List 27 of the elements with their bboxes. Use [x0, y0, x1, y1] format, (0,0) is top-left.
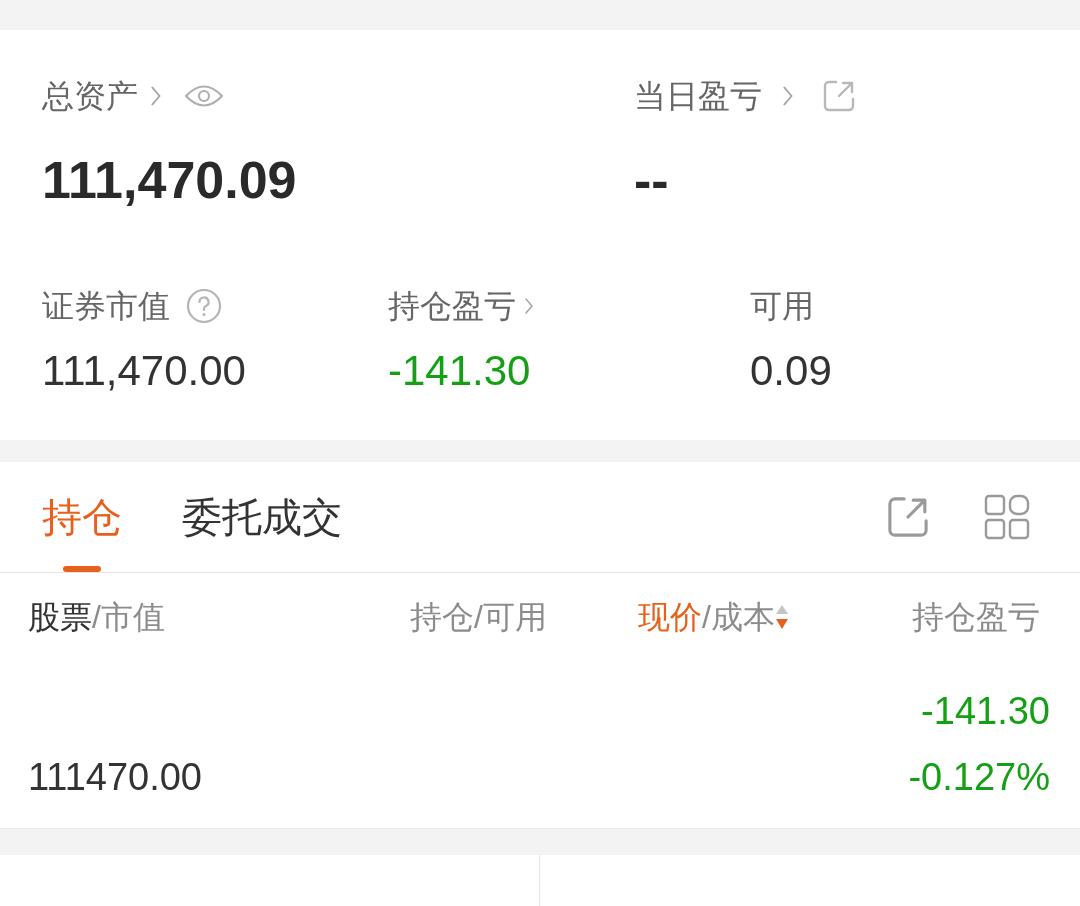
column-header[interactable]: 持仓盈亏 — [912, 596, 1040, 637]
external-link-icon[interactable] — [886, 495, 930, 539]
eye-icon[interactable] — [184, 84, 224, 108]
chevron-icon — [782, 85, 794, 107]
column-header[interactable]: 现价/成本 — [638, 596, 789, 637]
pnl-percent-cell-text: -0.127% — [908, 755, 1050, 800]
column-header[interactable]: 股票/市值 — [28, 596, 165, 637]
stat-value: 0.09 — [750, 346, 832, 396]
help-icon[interactable] — [186, 288, 222, 324]
tab[interactable]: 持仓 — [42, 492, 122, 572]
external-link-icon[interactable] — [822, 79, 856, 113]
chevron-icon — [150, 85, 162, 107]
daily-pnl-link[interactable]: 当日盈亏 — [634, 76, 794, 116]
total-assets-link[interactable]: 总资产 — [42, 76, 162, 116]
stat-label: 证券市值 — [42, 287, 170, 326]
daily-pnl-value: -- — [634, 150, 669, 210]
column-header[interactable]: 持仓/可用 — [410, 596, 547, 637]
stat-value: -141.30 — [388, 346, 531, 396]
chevron-icon — [524, 296, 534, 316]
stat-value: 111,470.00 — [42, 346, 246, 396]
market-value-cell-text: 111470.00 — [28, 755, 202, 800]
grid-icon[interactable] — [984, 494, 1030, 540]
stat-link[interactable]: 持仓盈亏 — [388, 286, 534, 326]
stat-label: 可用 — [750, 287, 814, 326]
total-assets-value: 111,470.09 — [42, 150, 297, 210]
pnl-cell-text: -141.30 — [921, 689, 1050, 734]
tab[interactable]: 委托成交 — [182, 492, 342, 572]
